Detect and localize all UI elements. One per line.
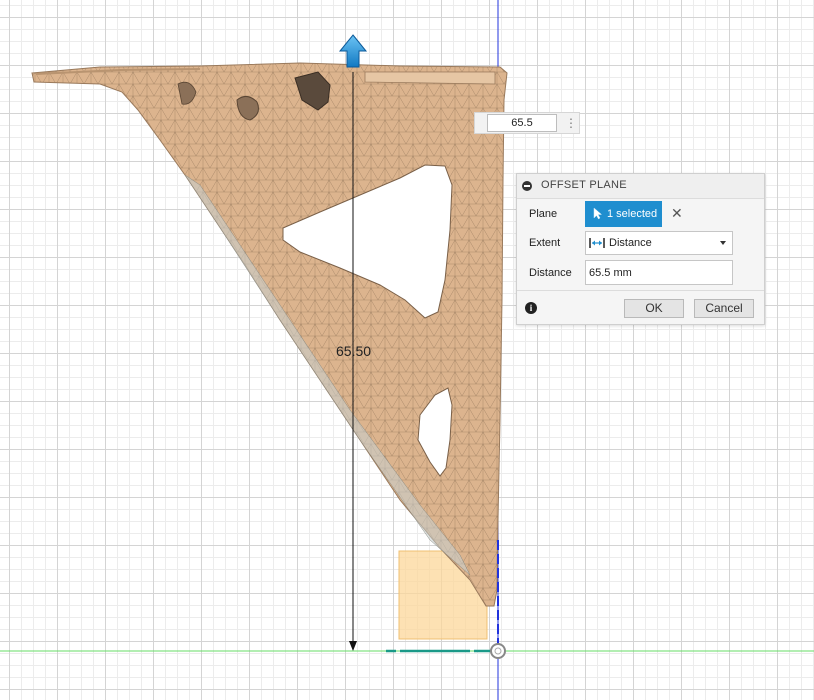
- dialog-title: OFFSET PLANE: [541, 179, 627, 191]
- offset-plane-dialog: OFFSET PLANE Plane 1 selected ✕ Extent D…: [516, 173, 765, 325]
- drag-arrow-icon[interactable]: [338, 34, 368, 68]
- plane-selection-label: 1 selected: [607, 208, 658, 220]
- distance-field[interactable]: [585, 260, 733, 285]
- info-icon[interactable]: i: [525, 302, 537, 314]
- distance-value-box: ⋮: [474, 112, 580, 134]
- more-options-icon[interactable]: ⋮: [565, 116, 577, 130]
- dialog-footer: i OK Cancel: [517, 290, 764, 325]
- plane-label: Plane: [529, 208, 558, 220]
- top-cutout-3: [364, 71, 496, 85]
- distance-icon: [589, 238, 605, 248]
- origin-point-icon[interactable]: [490, 643, 506, 659]
- clear-selection-icon[interactable]: ✕: [671, 206, 683, 220]
- canvas-viewport[interactable]: 65.50 ⋮: [0, 0, 814, 700]
- extent-value: Distance: [609, 237, 652, 249]
- collapse-icon[interactable]: [522, 181, 532, 191]
- chevron-down-icon: [720, 241, 726, 245]
- dialog-header: OFFSET PLANE: [517, 174, 764, 199]
- bracket-part[interactable]: [31, 62, 508, 607]
- ok-button[interactable]: OK: [624, 299, 684, 318]
- plane-selection-button[interactable]: 1 selected: [585, 201, 662, 227]
- distance-label: Distance: [529, 267, 572, 279]
- cursor-icon: [593, 207, 603, 220]
- extent-dropdown[interactable]: Distance: [585, 231, 733, 255]
- dimension-label: 65.50: [336, 343, 372, 359]
- cancel-button[interactable]: Cancel: [694, 299, 754, 318]
- extent-label: Extent: [529, 237, 561, 249]
- distance-value-input[interactable]: [487, 114, 557, 132]
- model-scene[interactable]: [0, 0, 814, 700]
